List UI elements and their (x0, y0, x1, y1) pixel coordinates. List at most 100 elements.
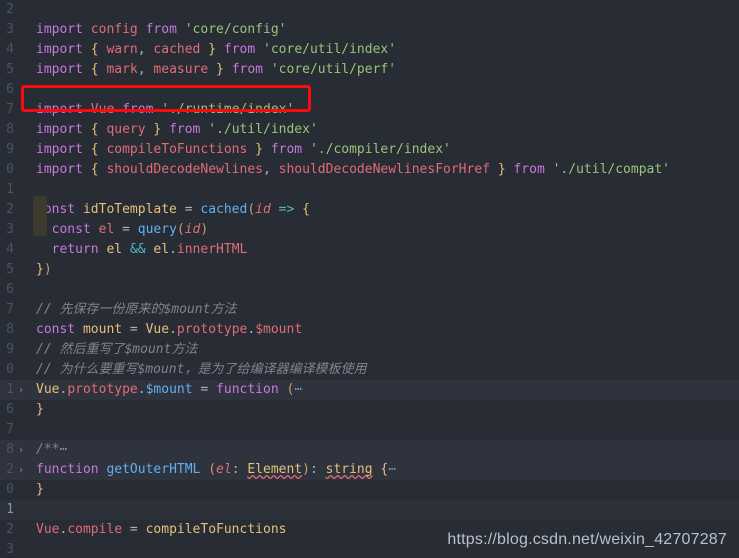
code-line[interactable]: 4 return el && el.innerHTML (0, 240, 739, 260)
code-token: , (137, 62, 146, 77)
code-token: import (36, 142, 83, 157)
code-token: import (36, 162, 83, 177)
code-token: Element (247, 462, 303, 477)
code-line[interactable]: 9 // 然后重写了$mount方法 (0, 340, 739, 360)
code-token: config (90, 22, 138, 37)
code-line[interactable]: 6 (0, 280, 739, 300)
code-line[interactable]: 3 import config from 'core/config' (0, 20, 739, 40)
code-token: const (36, 322, 76, 337)
code-line[interactable]: 9 import { compileToFunctions } from './c… (0, 140, 739, 160)
code-token: { (302, 202, 310, 217)
code-token: from (270, 142, 303, 157)
code-token: . (169, 242, 177, 257)
code-line[interactable]: 0 // 为什么要重写$mount，是为了给编译器编译模板使用 (0, 360, 739, 380)
code-token: $mount (255, 322, 303, 337)
code-token: const (51, 222, 91, 237)
code-token: Vue (90, 102, 115, 117)
line-number: 4 (6, 242, 14, 257)
code-token: import (36, 42, 83, 57)
code-token: , (137, 42, 146, 57)
line-number: 4 (6, 42, 14, 57)
code-line[interactable]: 6} (0, 400, 739, 420)
code-line[interactable]: 0 import { shouldDecodeNewlines, shouldDe… (0, 160, 739, 180)
code-line[interactable]: 2 › function getOuterHTML (el: Element): s… (0, 460, 739, 480)
code-token: query (137, 222, 177, 237)
code-text: import Vue from './runtime/index' (28, 100, 739, 120)
code-token: . (247, 322, 256, 337)
code-token: // 为什么要重写$mount，是为了给编译器编译模板使用 (36, 362, 367, 377)
fold-chevron-icon[interactable]: › (14, 460, 28, 480)
code-token: { (90, 162, 99, 177)
code-token: Vue (36, 522, 60, 537)
code-line[interactable]: 8 ›/**⋯ (0, 440, 739, 460)
fold-chevron-icon[interactable]: › (14, 440, 28, 460)
code-token: el (106, 242, 123, 257)
code-text: } (28, 400, 739, 420)
code-line[interactable]: 8 import { query } from './util/index' (0, 120, 739, 140)
code-line[interactable]: 7 import Vue from './runtime/index' (0, 100, 739, 120)
code-token: ⋯ (388, 462, 397, 477)
line-number: 0 (6, 362, 14, 377)
code-editor-content[interactable]: 2 3 import config from 'core/config' 4 impor… (0, 0, 739, 558)
code-token: { (90, 42, 99, 57)
code-token: 'core/util/perf' (270, 62, 397, 77)
code-line[interactable]: 3 const el = query(id) (0, 220, 739, 240)
code-token: 'core/config' (184, 22, 287, 37)
code-token: import (36, 62, 83, 77)
code-line[interactable]: 1 (0, 500, 739, 520)
code-line[interactable]: 7 // 先保存一份原来的$mount方法 (0, 300, 739, 320)
code-text: import { query } from './util/index' (28, 120, 739, 140)
code-text: import { warn, cached } from 'core/util/… (28, 40, 739, 60)
code-token: function (216, 382, 279, 397)
code-token: // 然后重写了$mount方法 (36, 342, 198, 357)
code-token: mark (106, 62, 138, 77)
code-token: string (325, 462, 373, 477)
code-token: getOuterHTML (106, 462, 201, 477)
code-token: ( (208, 462, 217, 477)
code-line[interactable]: 2 (0, 0, 739, 20)
code-line[interactable]: 4 import { warn, cached } from 'core/util… (0, 40, 739, 60)
code-editor-window: 2 3 import config from 'core/config' 4 impor… (0, 0, 739, 558)
code-token: = (192, 382, 217, 397)
code-line[interactable]: 7 (0, 420, 739, 440)
code-token: const (36, 202, 76, 217)
code-line[interactable]: 1 (0, 180, 739, 200)
code-line[interactable]: 5}) (0, 260, 739, 280)
code-line[interactable]: 8 const mount = Vue.prototype.$mount (0, 320, 739, 340)
code-text: }) (28, 260, 739, 280)
code-token: Vue (145, 322, 170, 337)
code-text: // 然后重写了$mount方法 (28, 340, 739, 360)
code-token: shouldDecodeNewlines (106, 162, 263, 177)
line-number: 7 (6, 422, 14, 437)
code-token: query (106, 122, 146, 137)
code-token: './runtime/index' (161, 102, 295, 117)
line-number: 3 (6, 22, 14, 37)
code-line[interactable]: 2 const idToTemplate = cached(id => { (0, 200, 739, 220)
code-line[interactable]: 5 import { mark, measure } from 'core/uti… (0, 60, 739, 80)
code-token: { (90, 122, 99, 137)
code-token: './util/index' (208, 122, 318, 137)
code-line[interactable]: 1 › Vue.prototype.$mount = function (⋯ (0, 380, 739, 400)
code-line[interactable]: 0} (0, 480, 739, 500)
line-number: 8 (6, 122, 14, 137)
line-number: 0 (6, 162, 14, 177)
code-line[interactable]: 6 (0, 80, 739, 100)
code-text: const idToTemplate = cached(id => { (28, 200, 739, 220)
fold-chevron-icon[interactable]: › (14, 380, 28, 400)
code-token: compile (67, 522, 123, 537)
code-token: mount (82, 322, 123, 337)
code-text: // 先保存一份原来的$mount方法 (28, 300, 739, 320)
line-number: 9 (6, 142, 14, 157)
